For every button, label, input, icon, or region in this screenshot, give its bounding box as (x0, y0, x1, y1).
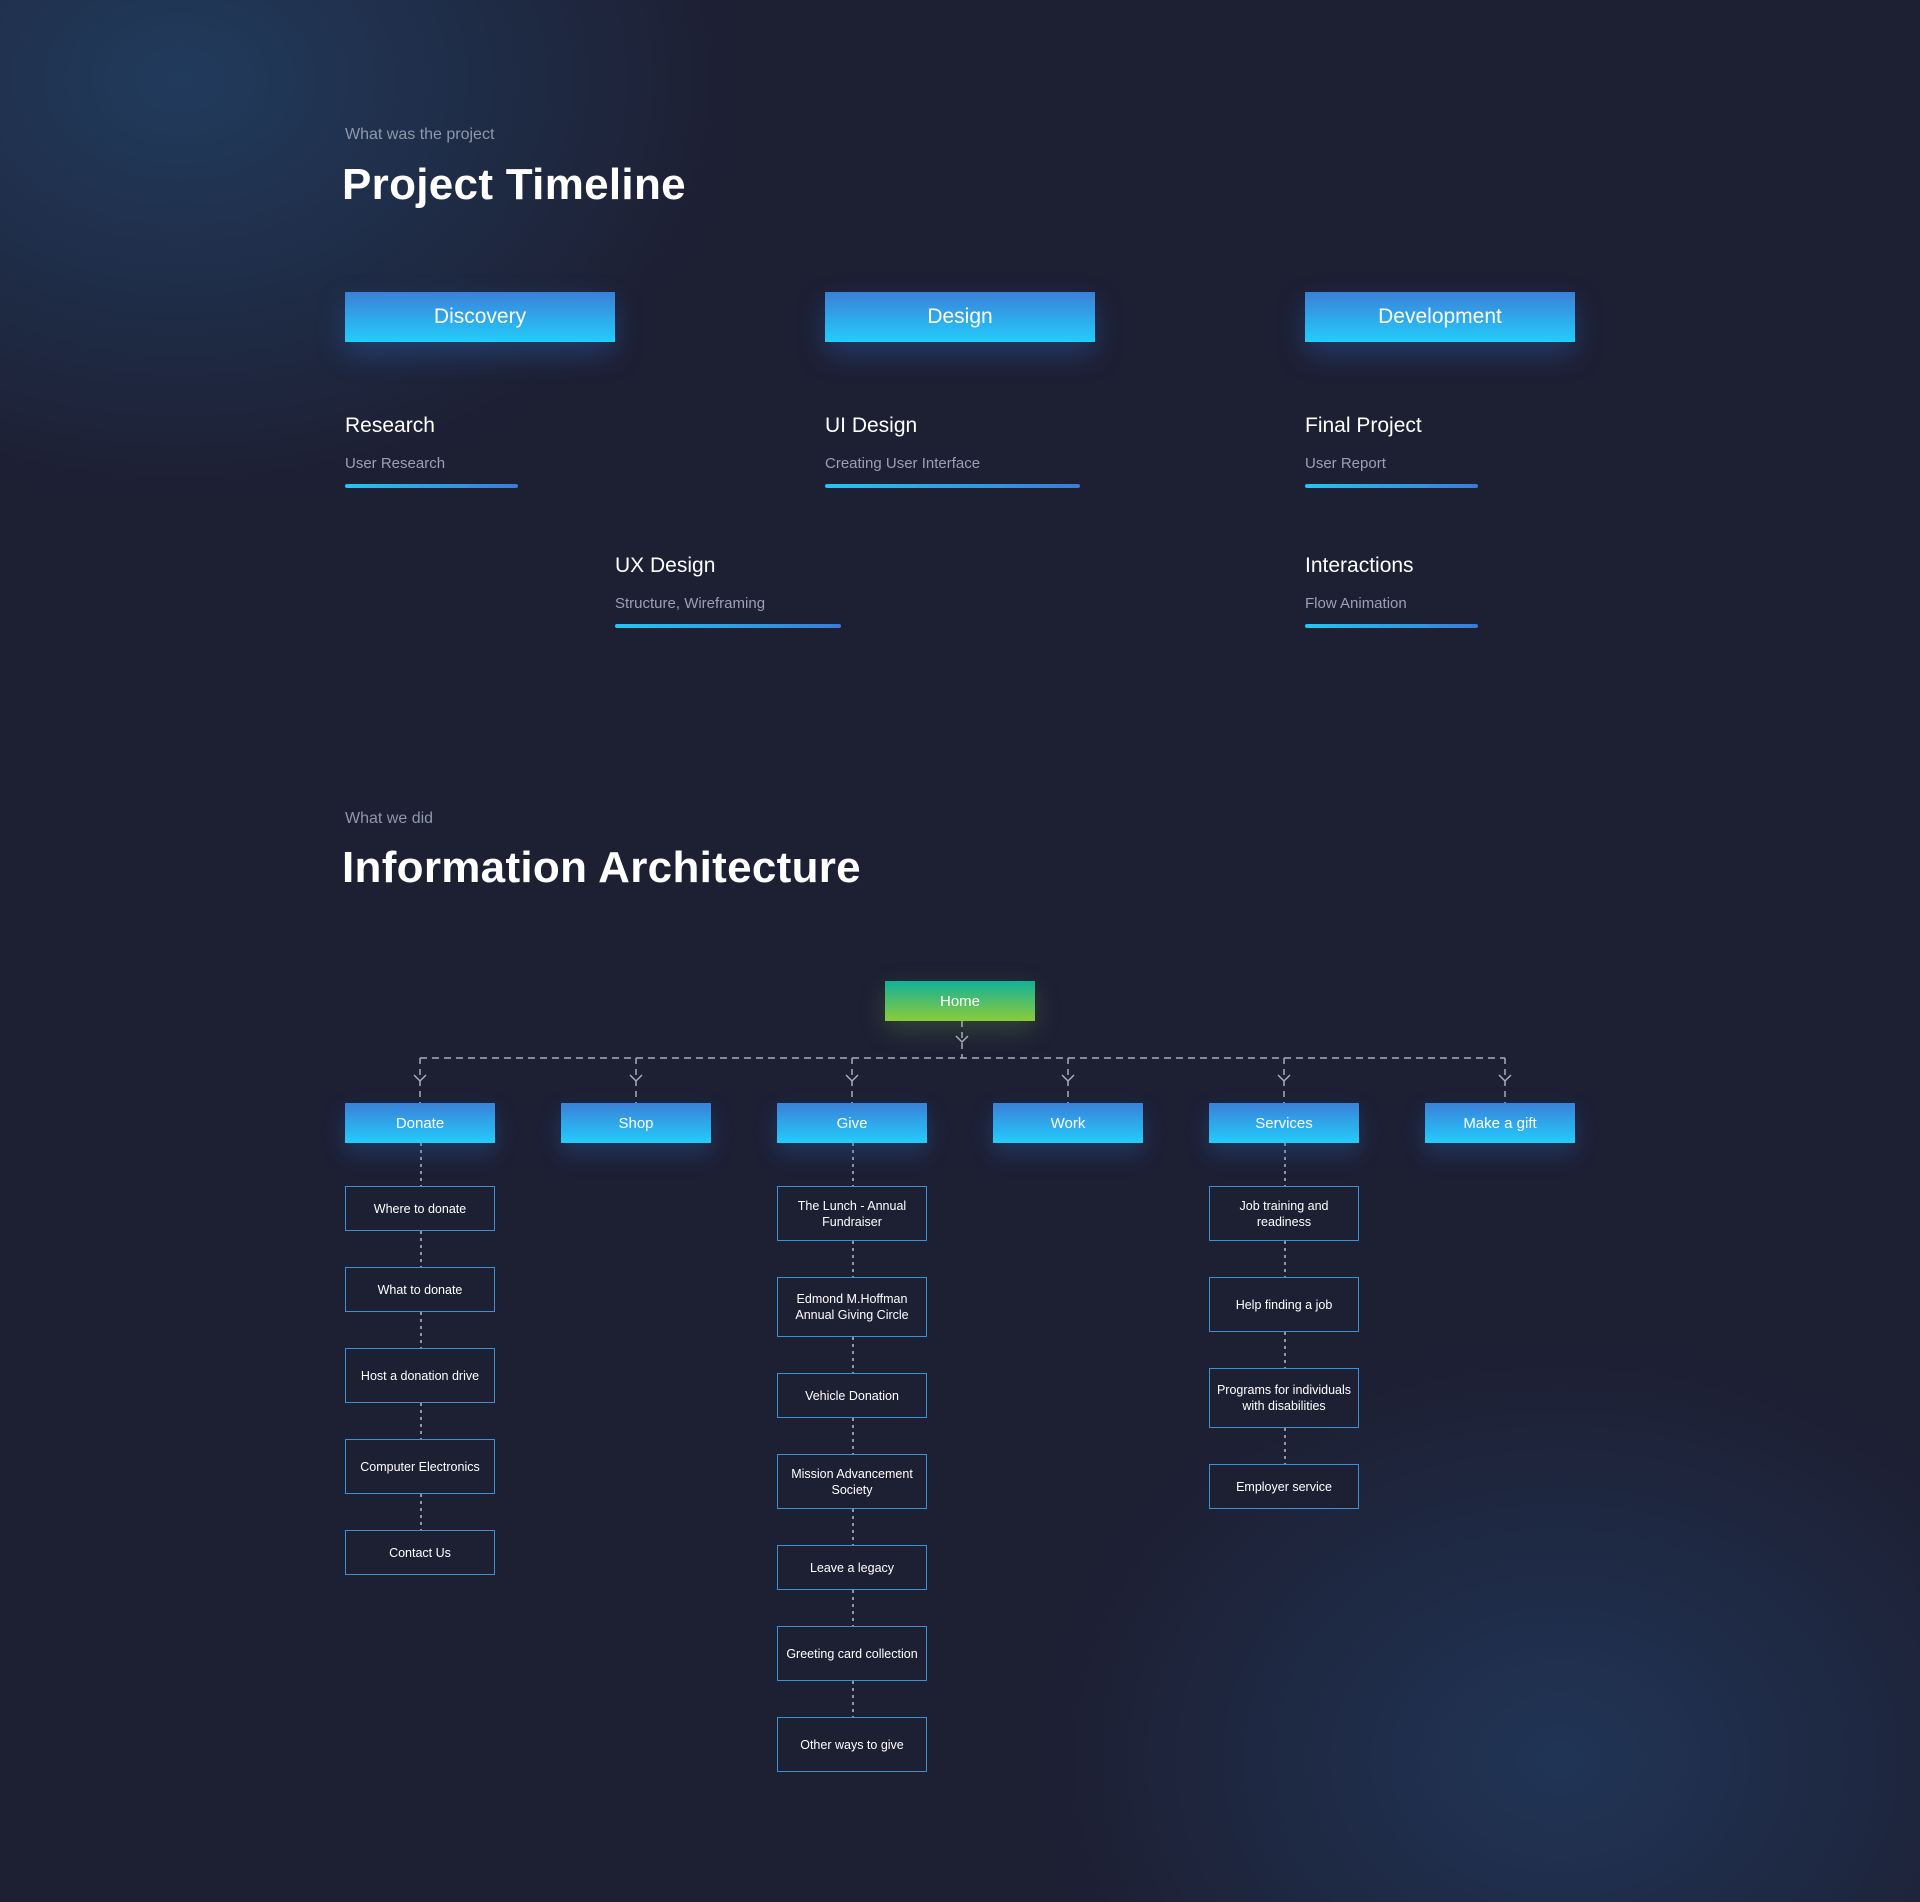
ia-subpage-label: Edmond M.Hoffman Annual Giving Circle (795, 1292, 909, 1322)
timeline-item-subtitle: Creating User Interface (825, 455, 981, 472)
ia-subpage[interactable]: Other ways to give (777, 1717, 927, 1772)
timeline-item-title: UI Design (825, 414, 918, 437)
ia-subpage-label: Host a donation drive (360, 1368, 480, 1383)
ia-title: Information Architecture (342, 843, 861, 892)
ia-node-give[interactable]: Give (777, 1103, 927, 1143)
timeline-item-ux-design: UX Design Structure, Wireframing (615, 554, 841, 628)
ia-subpage[interactable]: Vehicle Donation (777, 1373, 927, 1418)
timeline-progress-bar (615, 624, 841, 628)
ia-subpage[interactable]: Greeting card collection (777, 1626, 927, 1681)
timeline-progress-bar (1305, 484, 1478, 488)
timeline-title: Project Timeline (342, 160, 686, 209)
ia-subpage[interactable]: The Lunch - Annual Fundraiser (777, 1186, 927, 1241)
phase-development[interactable]: Development (1305, 292, 1575, 342)
timeline-progress-bar (825, 484, 1080, 488)
timeline-item-subtitle: User Report (1305, 455, 1386, 472)
ia-subpage[interactable]: Host a donation drive (345, 1348, 495, 1403)
ia-subpage[interactable]: Leave a legacy (777, 1545, 927, 1590)
timeline-item-title: UX Design (615, 554, 716, 577)
timeline-item-title: Interactions (1305, 554, 1414, 577)
ia-subpage-label: Vehicle Donation (805, 1388, 899, 1403)
ia-subpage-label: Computer Electronics (360, 1459, 480, 1474)
ia-subpage-label: Mission Advancement Society (791, 1466, 913, 1497)
chevron-down-icon (1498, 1074, 1512, 1083)
ia-subpage-label: Help finding a job (1235, 1297, 1333, 1312)
ia-node-services[interactable]: Services (1209, 1103, 1359, 1143)
ia-subpage[interactable]: Computer Electronics (345, 1439, 495, 1494)
ia-subpage-label: Employer service (1236, 1479, 1332, 1494)
ia-node-make-a-gift[interactable]: Make a gift (1425, 1103, 1575, 1143)
chevron-down-icon (1277, 1074, 1291, 1083)
ia-subpage-label: Contact Us (389, 1545, 451, 1560)
ia-subpage[interactable]: Contact Us (345, 1530, 495, 1575)
ia-subpage-label: Job training and readiness (1239, 1198, 1329, 1229)
ia-node-home[interactable]: Home (885, 981, 1035, 1021)
chevron-down-icon (845, 1074, 859, 1083)
ia-subpage-label: The Lunch - Annual Fundraiser (797, 1198, 907, 1229)
timeline-item-subtitle: Flow Animation (1305, 595, 1407, 612)
ia-subpage[interactable]: Where to donate (345, 1186, 495, 1231)
chevron-down-icon (413, 1074, 427, 1083)
timeline-eyebrow: What was the project (345, 126, 495, 143)
ia-subpage[interactable]: Mission Advancement Society (777, 1454, 927, 1509)
chevron-down-icon (629, 1074, 643, 1083)
ia-subpage-label: Where to donate (373, 1201, 467, 1216)
timeline-item-title: Research (345, 414, 435, 437)
timeline-item-interactions: Interactions Flow Animation (1305, 554, 1478, 628)
ia-subpage[interactable]: Help finding a job (1209, 1277, 1359, 1332)
ia-subpage[interactable]: Edmond M.Hoffman Annual Giving Circle (777, 1277, 927, 1337)
phase-design[interactable]: Design (825, 292, 1095, 342)
timeline-progress-bar (1305, 624, 1478, 628)
timeline-progress-bar (345, 484, 518, 488)
timeline-item-subtitle: Structure, Wireframing (615, 595, 766, 612)
timeline-item-final-project: Final Project User Report (1305, 414, 1478, 488)
ia-node-donate[interactable]: Donate (345, 1103, 495, 1143)
chevron-down-icon (1061, 1074, 1075, 1083)
ia-subpage-label: Other ways to give (800, 1737, 904, 1752)
phase-discovery[interactable]: Discovery (345, 292, 615, 342)
ia-subpage-label: Programs for individuals with disabiliti… (1216, 1383, 1352, 1413)
timeline-item-subtitle: User Research (345, 455, 446, 472)
ia-connector-lines (413, 1021, 1512, 1717)
ia-eyebrow: What we did (345, 810, 434, 827)
ia-subpage[interactable]: What to donate (345, 1267, 495, 1312)
ia-node-work[interactable]: Work (993, 1103, 1143, 1143)
timeline-item-ui-design: UI Design Creating User Interface (825, 414, 1080, 488)
ia-subpage-label: Leave a legacy (809, 1560, 895, 1575)
ia-subpage[interactable]: Employer service (1209, 1464, 1359, 1509)
ia-subpage-label: What to donate (377, 1282, 463, 1297)
timeline-item-research: Research User Research (345, 414, 518, 488)
ia-subpage[interactable]: Programs for individuals with disabiliti… (1209, 1368, 1359, 1428)
ia-subpage-label: Greeting card collection (786, 1646, 918, 1661)
ia-subpage[interactable]: Job training and readiness (1209, 1186, 1359, 1241)
timeline-item-title: Final Project (1305, 414, 1422, 437)
ia-node-shop[interactable]: Shop (561, 1103, 711, 1143)
